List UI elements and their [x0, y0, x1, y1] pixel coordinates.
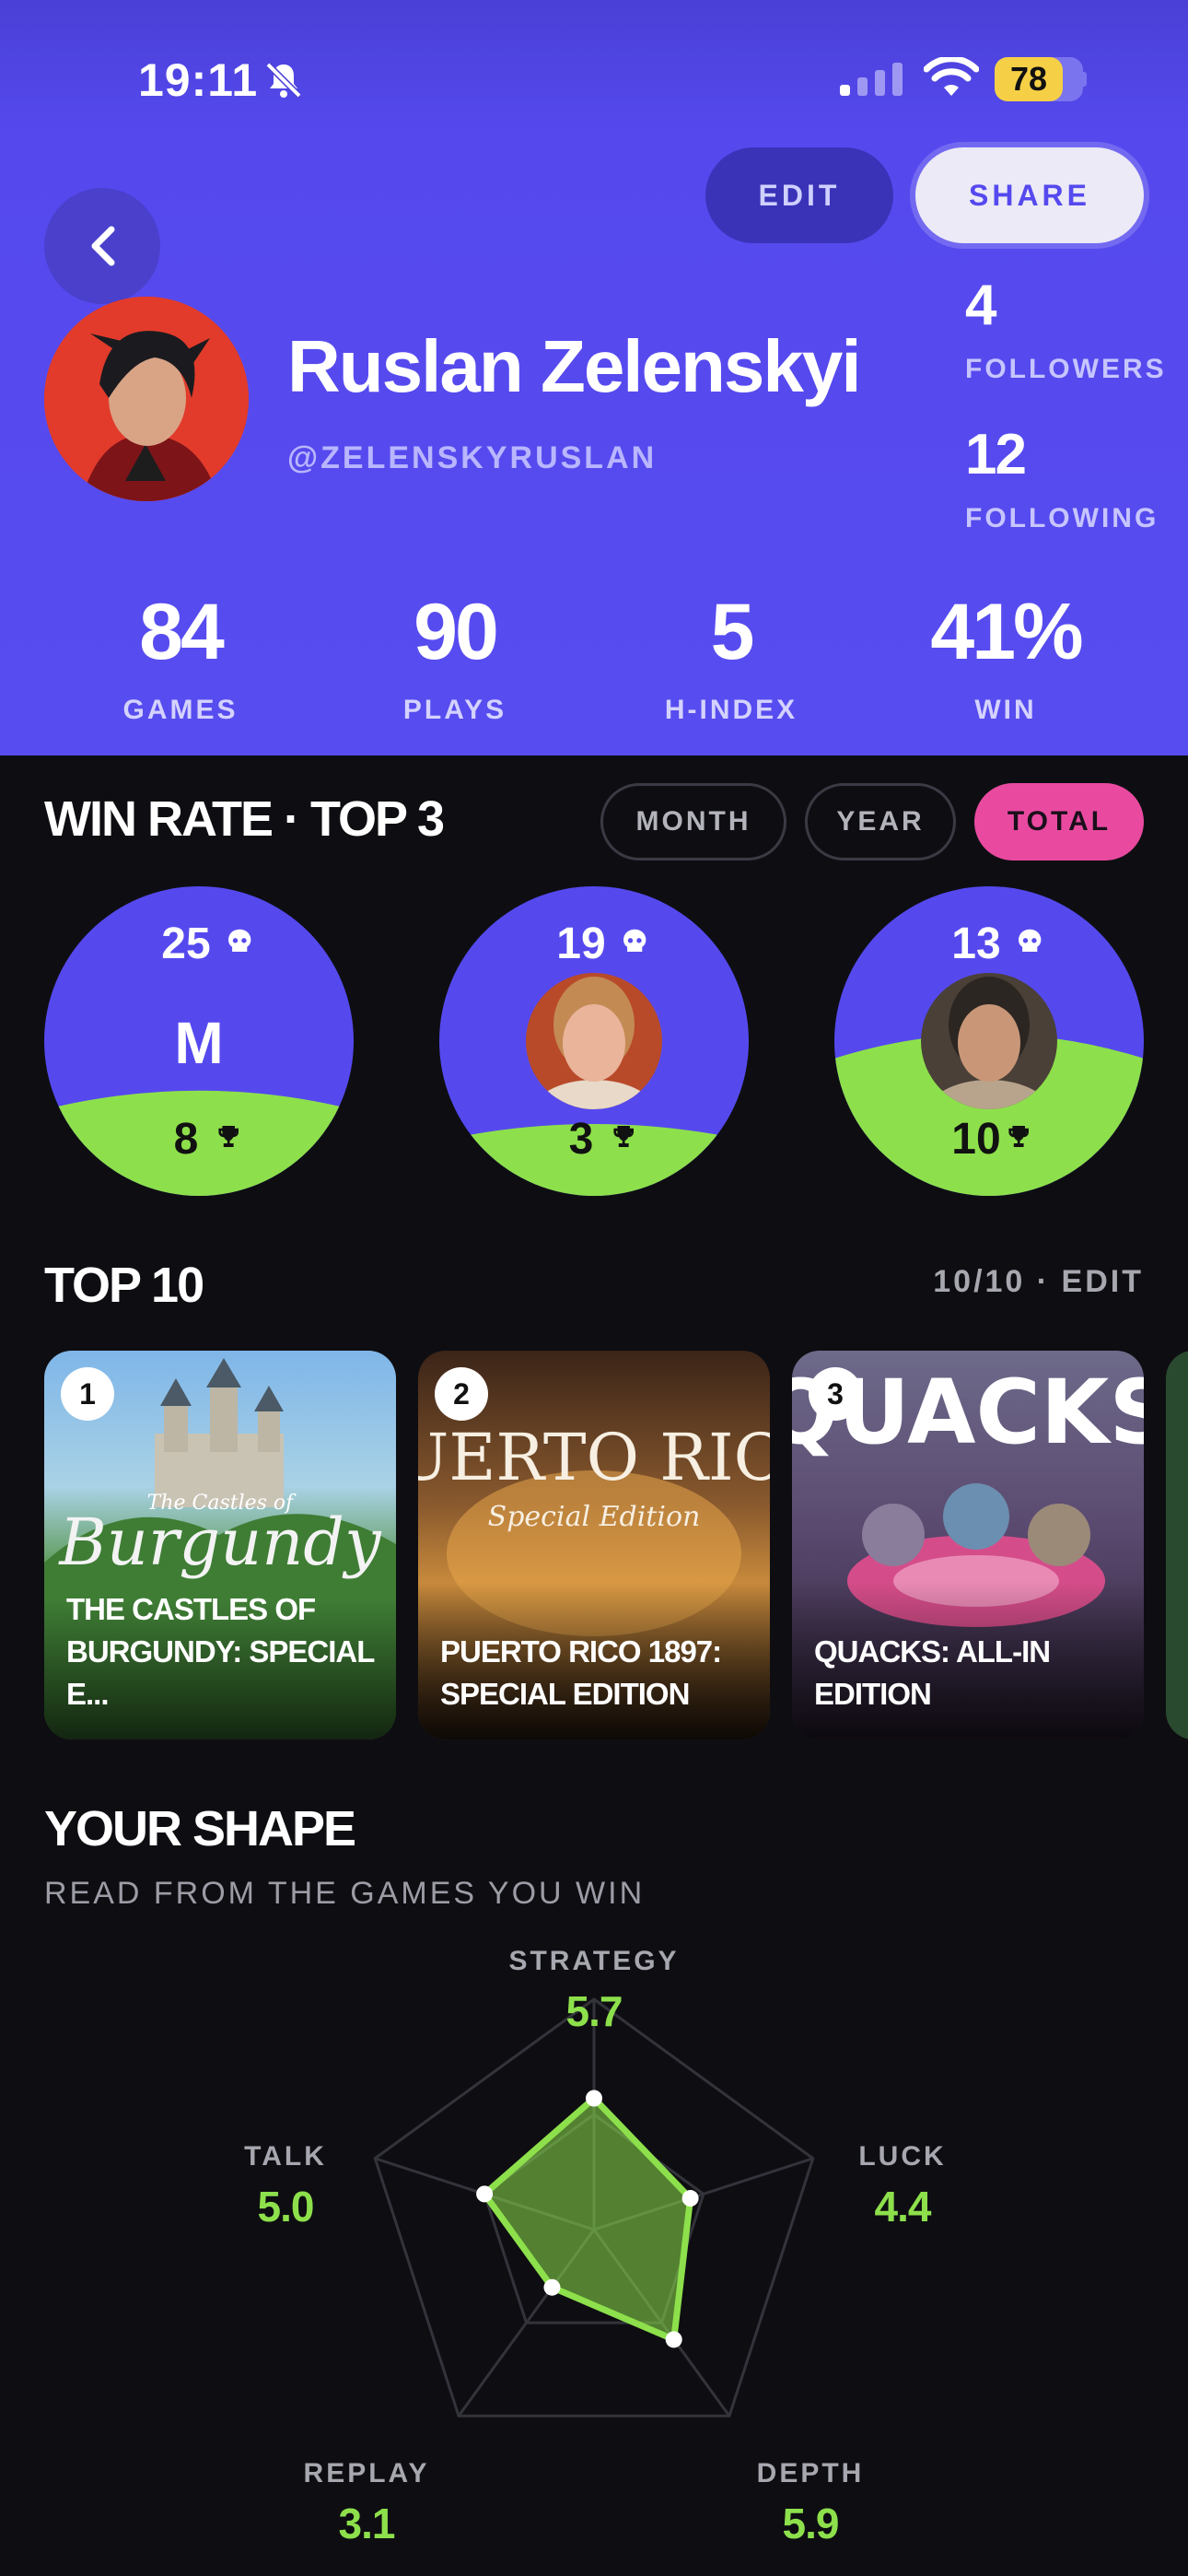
following-label[interactable]: FOLLOWING — [965, 503, 1159, 534]
radar-axis-value: 5.7 — [565, 1987, 623, 2035]
radar-point — [681, 2190, 699, 2207]
stat-value: 90 — [413, 588, 499, 676]
radar-axis-label: DEPTH — [756, 2458, 865, 2488]
win-area — [44, 1090, 354, 1196]
rank-badge: 2 — [435, 1367, 488, 1421]
stat-label: H-INDEX — [664, 695, 798, 725]
stat-label: PLAYS — [402, 695, 507, 725]
wins-count: 8 — [174, 1115, 199, 1164]
radar-point — [476, 2185, 494, 2203]
radar-shape — [481, 2095, 694, 2343]
stat-value: 84 — [139, 588, 225, 676]
following-count[interactable]: 12 — [965, 422, 1027, 487]
stat-plays[interactable]: 90 PLAYS — [317, 590, 593, 726]
radar-point — [586, 2090, 602, 2107]
stat-h-index[interactable]: 5 H-INDEX — [593, 590, 869, 726]
stat-value: 5 — [710, 588, 755, 676]
cellular-signal-icon — [840, 63, 903, 96]
svg-text:PUERTO RICO: PUERTO RICO — [418, 1420, 770, 1495]
game-title: PUERTO RICO 1897: SPECIAL EDITION — [440, 1634, 722, 1711]
radar-point — [665, 2331, 682, 2348]
top10-game-card[interactable]: The Castles of Burgundy 1 THE CASTLES OF… — [44, 1351, 396, 1739]
opponent-win-rate[interactable]: M 25 8 — [44, 886, 354, 1196]
filter-month[interactable]: MONTH — [600, 783, 786, 861]
opponent-win-rate[interactable]: 19 3 — [439, 886, 749, 1196]
game-title: QUACKS: ALL-IN EDITION — [814, 1634, 1051, 1711]
win-area — [439, 1123, 749, 1196]
status-time: 19:11 — [138, 54, 259, 106]
game-title: THE CASTLES OF BURGUNDY: SPECIAL E... — [66, 1592, 375, 1711]
stat-label: GAMES — [122, 695, 239, 725]
losses-count: 25 — [161, 919, 210, 968]
svg-text:Special Edition: Special Edition — [488, 1501, 701, 1533]
top10-edit-link[interactable]: 10/10 · EDIT — [933, 1264, 1144, 1300]
avatar-image — [44, 297, 249, 501]
radar-axis-label: REPLAY — [303, 2458, 430, 2488]
wins-count: 10 — [951, 1115, 1000, 1164]
radar-axis-value: 3.1 — [338, 2500, 396, 2547]
battery-level: 78 — [995, 57, 1063, 101]
status-bar: 19:11 78 — [0, 0, 1188, 157]
stat-value: 41% — [930, 588, 1083, 676]
radar-point — [543, 2278, 561, 2296]
opponent-initial: M — [174, 1010, 223, 1076]
bell-muted-icon — [265, 62, 302, 99]
radar-axis-value: 5.0 — [257, 2183, 315, 2231]
battery-tip — [1079, 72, 1087, 87]
top10-game-card[interactable]: QUACKS 3 QUACKS: ALL-IN EDITION — [792, 1351, 1144, 1739]
back-button[interactable] — [44, 188, 160, 304]
profile-name: Ruslan Zelenskyi — [287, 325, 862, 407]
opponent-win-rate[interactable]: 13 10 — [834, 886, 1144, 1196]
losses-count: 13 — [951, 919, 1000, 968]
followers-count[interactable]: 4 — [965, 273, 997, 338]
filter-total[interactable]: TOTAL — [974, 783, 1144, 861]
top10-game-card-peek[interactable] — [1166, 1351, 1188, 1739]
radar-axis-label: TALK — [244, 2141, 327, 2172]
top10-game-card[interactable]: PUERTO RICO Special Edition 2 PUERTO RIC… — [418, 1351, 770, 1739]
chevron-left-icon — [91, 226, 115, 266]
svg-text:Burgundy: Burgundy — [57, 1505, 382, 1580]
radar-axis-value: 4.4 — [874, 2183, 932, 2231]
shape-title: YOUR SHAPE — [44, 1801, 356, 1856]
stat-label: WIN — [974, 695, 1037, 725]
rank-badge: 3 — [809, 1367, 862, 1421]
avatar[interactable] — [44, 297, 249, 501]
stat-games[interactable]: 84 GAMES — [42, 590, 319, 726]
radar-axis-value: 5.9 — [782, 2500, 840, 2547]
profile-handle: @ZELENSKYRUSLAN — [287, 440, 658, 475]
followers-label[interactable]: FOLLOWERS — [965, 354, 1167, 385]
edit-profile-button[interactable]: EDIT — [705, 147, 893, 243]
radar-axis-label: STRATEGY — [508, 1946, 680, 1976]
filter-year[interactable]: YEAR — [805, 783, 956, 861]
stat-win[interactable]: 41% WIN — [868, 590, 1144, 726]
wifi-icon — [924, 57, 979, 96]
rank-badge: 1 — [61, 1367, 114, 1421]
radar-axis-label: LUCK — [858, 2141, 947, 2172]
losses-count: 19 — [556, 919, 605, 968]
top10-title: TOP 10 — [44, 1258, 204, 1313]
battery-indicator: 78 — [995, 57, 1083, 101]
shape-subtitle: READ FROM THE GAMES YOU WIN — [44, 1876, 646, 1911]
win-rate-title: WIN RATE · TOP 3 — [44, 791, 445, 847]
wins-count: 3 — [569, 1115, 594, 1164]
share-profile-button[interactable]: SHARE — [915, 147, 1144, 243]
